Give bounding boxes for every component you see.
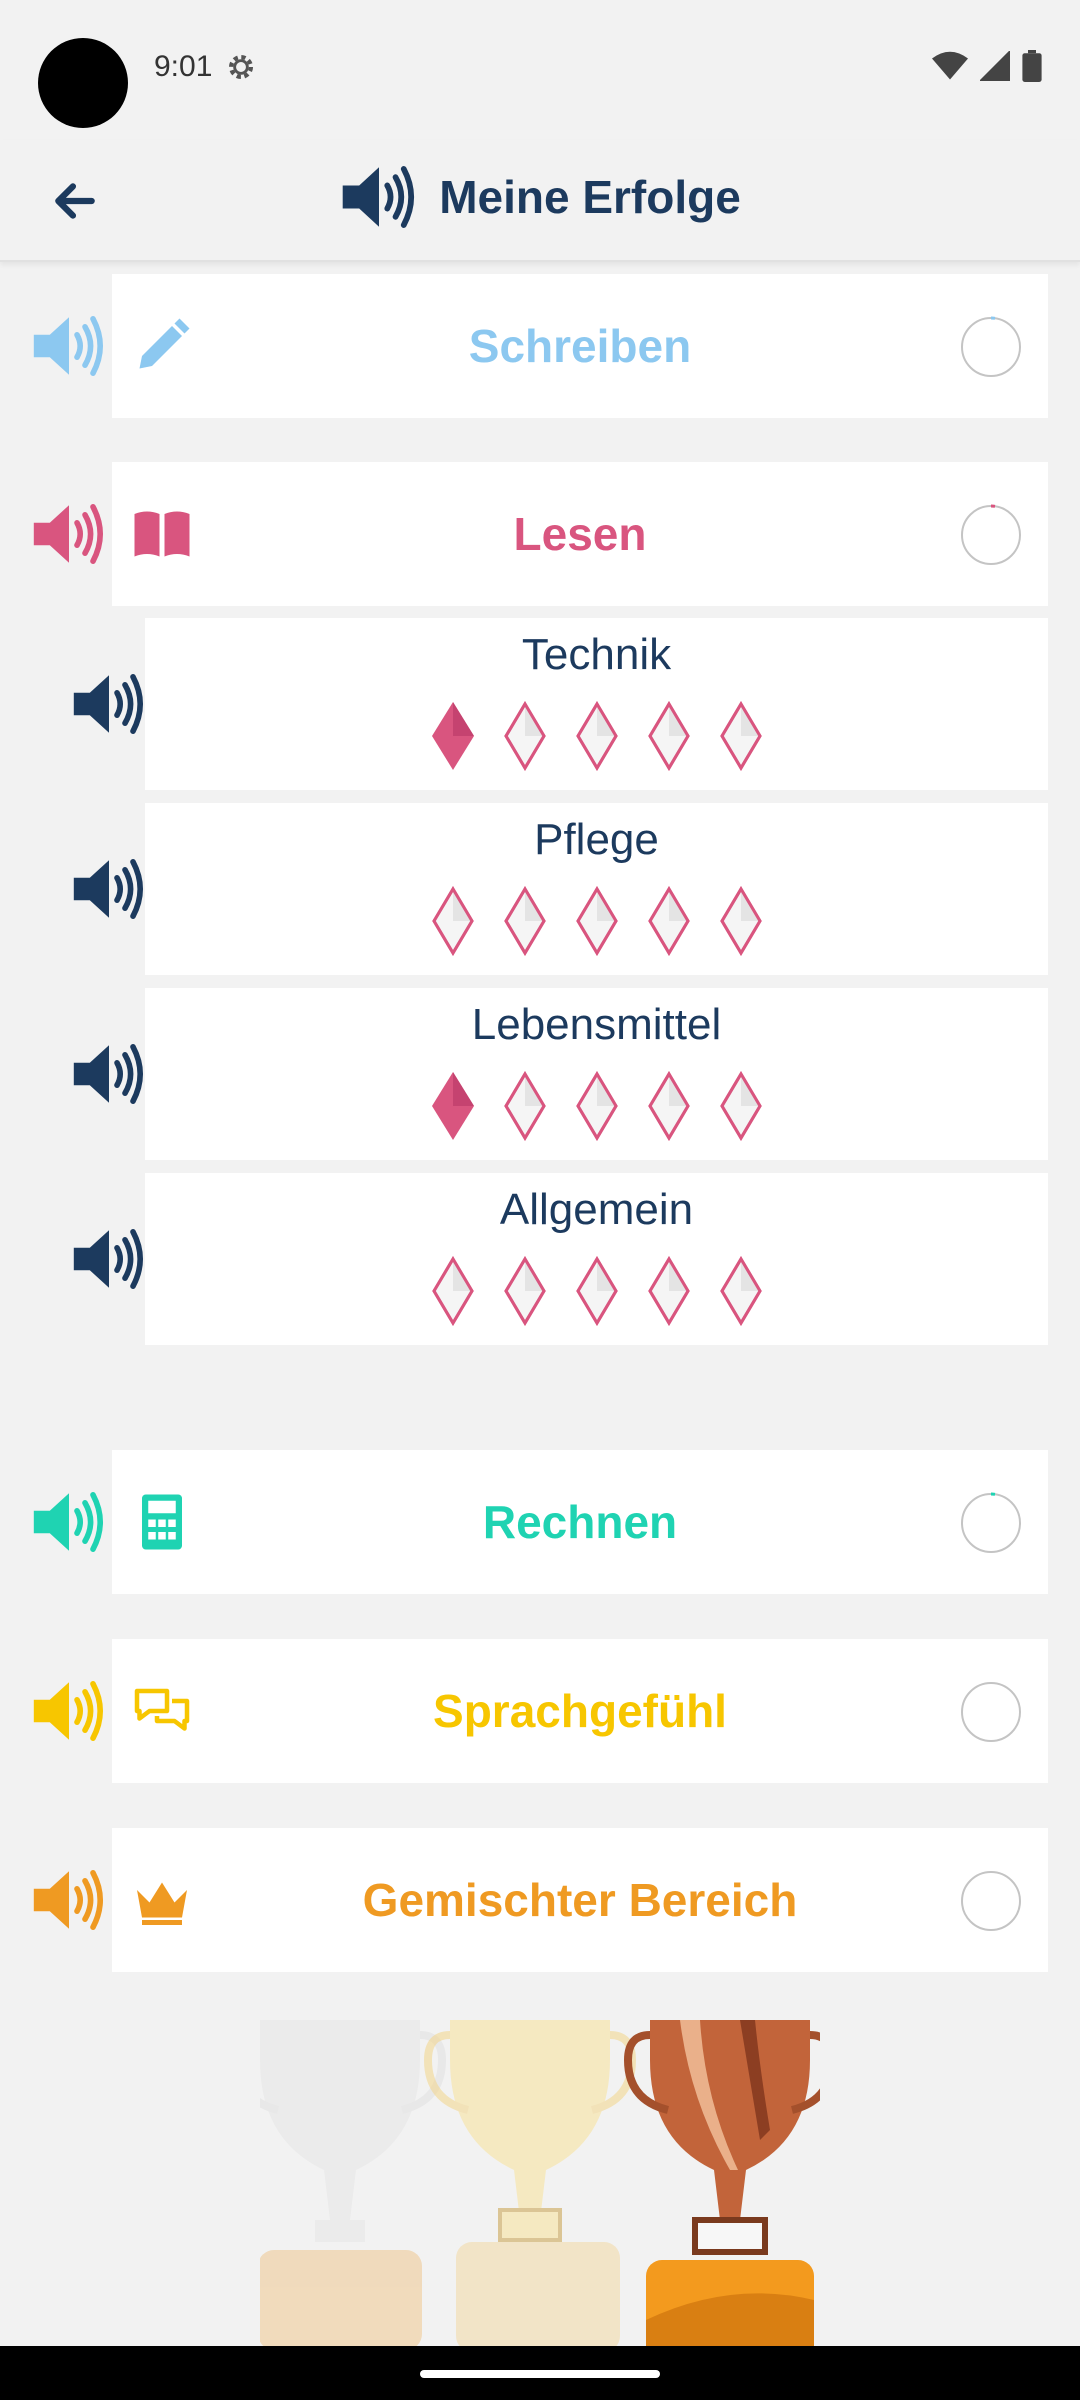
progress-ring [961, 316, 1021, 377]
speaker-rechnen-icon[interactable] [30, 1490, 108, 1554]
settings-gear-icon [228, 54, 254, 80]
app-bar: Meine Erfolge [0, 140, 1080, 262]
diamond-empty-icon [575, 886, 618, 956]
silver-trophy-icon [260, 2020, 447, 2350]
category-label: Schreiben [468, 320, 692, 372]
topic-rating [145, 1255, 1048, 1327]
progress-ring [961, 1682, 1021, 1742]
progress-ring [961, 504, 1021, 565]
diamond-empty-icon [647, 701, 690, 771]
diamond-empty-icon [719, 886, 762, 956]
diamond-empty-icon [647, 1256, 690, 1326]
diamond-empty-icon [503, 886, 546, 956]
diamond-empty-icon [575, 701, 618, 771]
diamond-filled-icon [431, 702, 474, 770]
speaker-lesen-icon[interactable] [30, 502, 108, 566]
diamond-empty-icon [647, 886, 690, 956]
diamond-filled-icon [431, 1072, 474, 1140]
category-label: Gemischter Bereich [362, 1874, 798, 1926]
diamond-empty-icon [503, 701, 546, 771]
topic-card[interactable]: Pflege [145, 803, 1048, 975]
speaker-icon[interactable] [70, 857, 148, 921]
topic-rating [145, 700, 1048, 772]
topic-card[interactable]: Allgemein [145, 1173, 1048, 1345]
speaker-schreiben-icon[interactable] [30, 314, 108, 378]
category-label: Rechnen [482, 1496, 678, 1548]
diamond-empty-icon [503, 1256, 546, 1326]
topic-rating [145, 885, 1048, 957]
topic-name: Pflege [534, 815, 659, 864]
bronze-trophy-icon [623, 2020, 820, 2350]
topic-rating [145, 1070, 1048, 1142]
gold-trophy-icon [423, 2020, 637, 2350]
home-gesture-handle[interactable] [420, 2370, 660, 2378]
speaker-icon[interactable] [70, 1227, 148, 1291]
status-bar: 9:01 [0, 0, 1080, 140]
diamond-empty-icon [431, 1256, 474, 1326]
category-card-rechnen[interactable]: Rechnen [112, 1450, 1048, 1594]
speaker-sprachgefuehl-icon[interactable] [30, 1679, 108, 1743]
diamond-empty-icon [719, 701, 762, 771]
progress-ring [961, 1871, 1021, 1931]
topic-name: Technik [521, 630, 672, 679]
diamond-empty-icon [575, 1256, 618, 1326]
diamond-empty-icon [503, 1071, 546, 1141]
signal-icon [980, 51, 1010, 81]
speaker-gemischt-icon[interactable] [30, 1868, 108, 1932]
trophies-illustration [260, 2020, 820, 2350]
speaker-icon[interactable] [70, 1042, 148, 1106]
topic-name: Lebensmittel [471, 1000, 722, 1049]
status-time: 9:01 [154, 50, 213, 83]
diamond-empty-icon [575, 1071, 618, 1141]
diamond-empty-icon [719, 1071, 762, 1141]
battery-icon [1022, 50, 1042, 82]
category-label: Sprachgefühl [433, 1685, 727, 1737]
category-card-gemischt[interactable]: Gemischter Bereich [112, 1828, 1048, 1972]
topic-card[interactable]: Lebensmittel [145, 988, 1048, 1160]
page-title: Meine Erfolge [439, 171, 741, 223]
speaker-icon[interactable] [70, 672, 148, 736]
progress-ring [961, 1492, 1021, 1553]
diamond-empty-icon [719, 1256, 762, 1326]
wifi-icon [932, 51, 968, 80]
category-card-schreiben[interactable]: Schreiben [112, 274, 1048, 418]
category-card-lesen[interactable]: Lesen [112, 462, 1048, 606]
diamond-empty-icon [431, 886, 474, 956]
category-label: Lesen [513, 508, 647, 560]
diamond-empty-icon [647, 1071, 690, 1141]
camera-cutout [38, 38, 128, 128]
topic-name: Allgemein [499, 1185, 694, 1234]
speaker-icon[interactable] [339, 164, 419, 230]
topic-card[interactable]: Technik [145, 618, 1048, 790]
category-card-sprachgefuehl[interactable]: Sprachgefühl [112, 1639, 1048, 1783]
